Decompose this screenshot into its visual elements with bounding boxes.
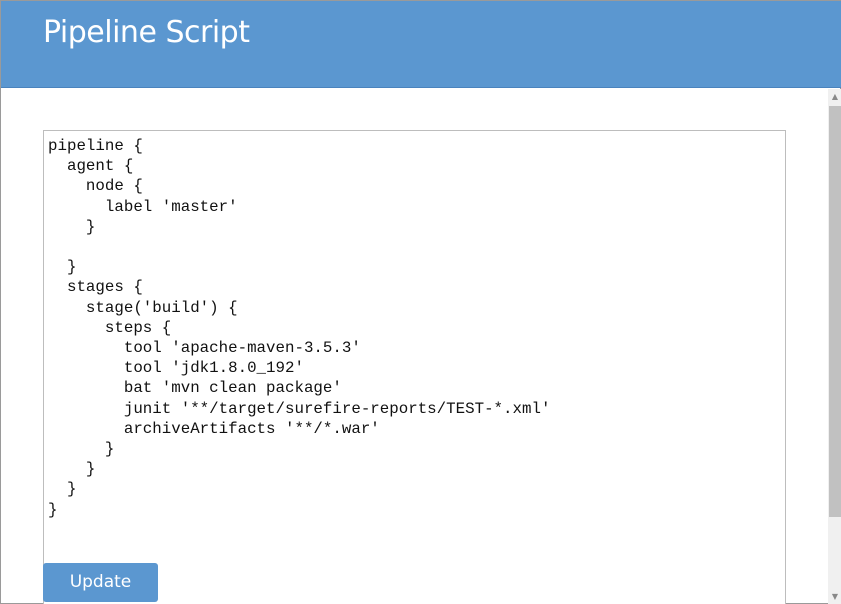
script-code[interactable]: pipeline { agent { node { label 'master'… bbox=[48, 136, 550, 520]
update-button[interactable]: Update bbox=[43, 563, 158, 602]
vertical-scrollbar[interactable]: ▲ ▼ bbox=[828, 89, 841, 604]
pipeline-script-editor[interactable]: pipeline { agent { node { label 'master'… bbox=[43, 130, 786, 604]
page-title: Pipeline Script bbox=[43, 15, 250, 50]
page-header: Pipeline Script bbox=[1, 1, 841, 88]
scroll-up-icon[interactable]: ▲ bbox=[830, 92, 840, 101]
scroll-down-icon[interactable]: ▼ bbox=[830, 592, 840, 601]
scrollbar-thumb[interactable] bbox=[829, 106, 841, 517]
